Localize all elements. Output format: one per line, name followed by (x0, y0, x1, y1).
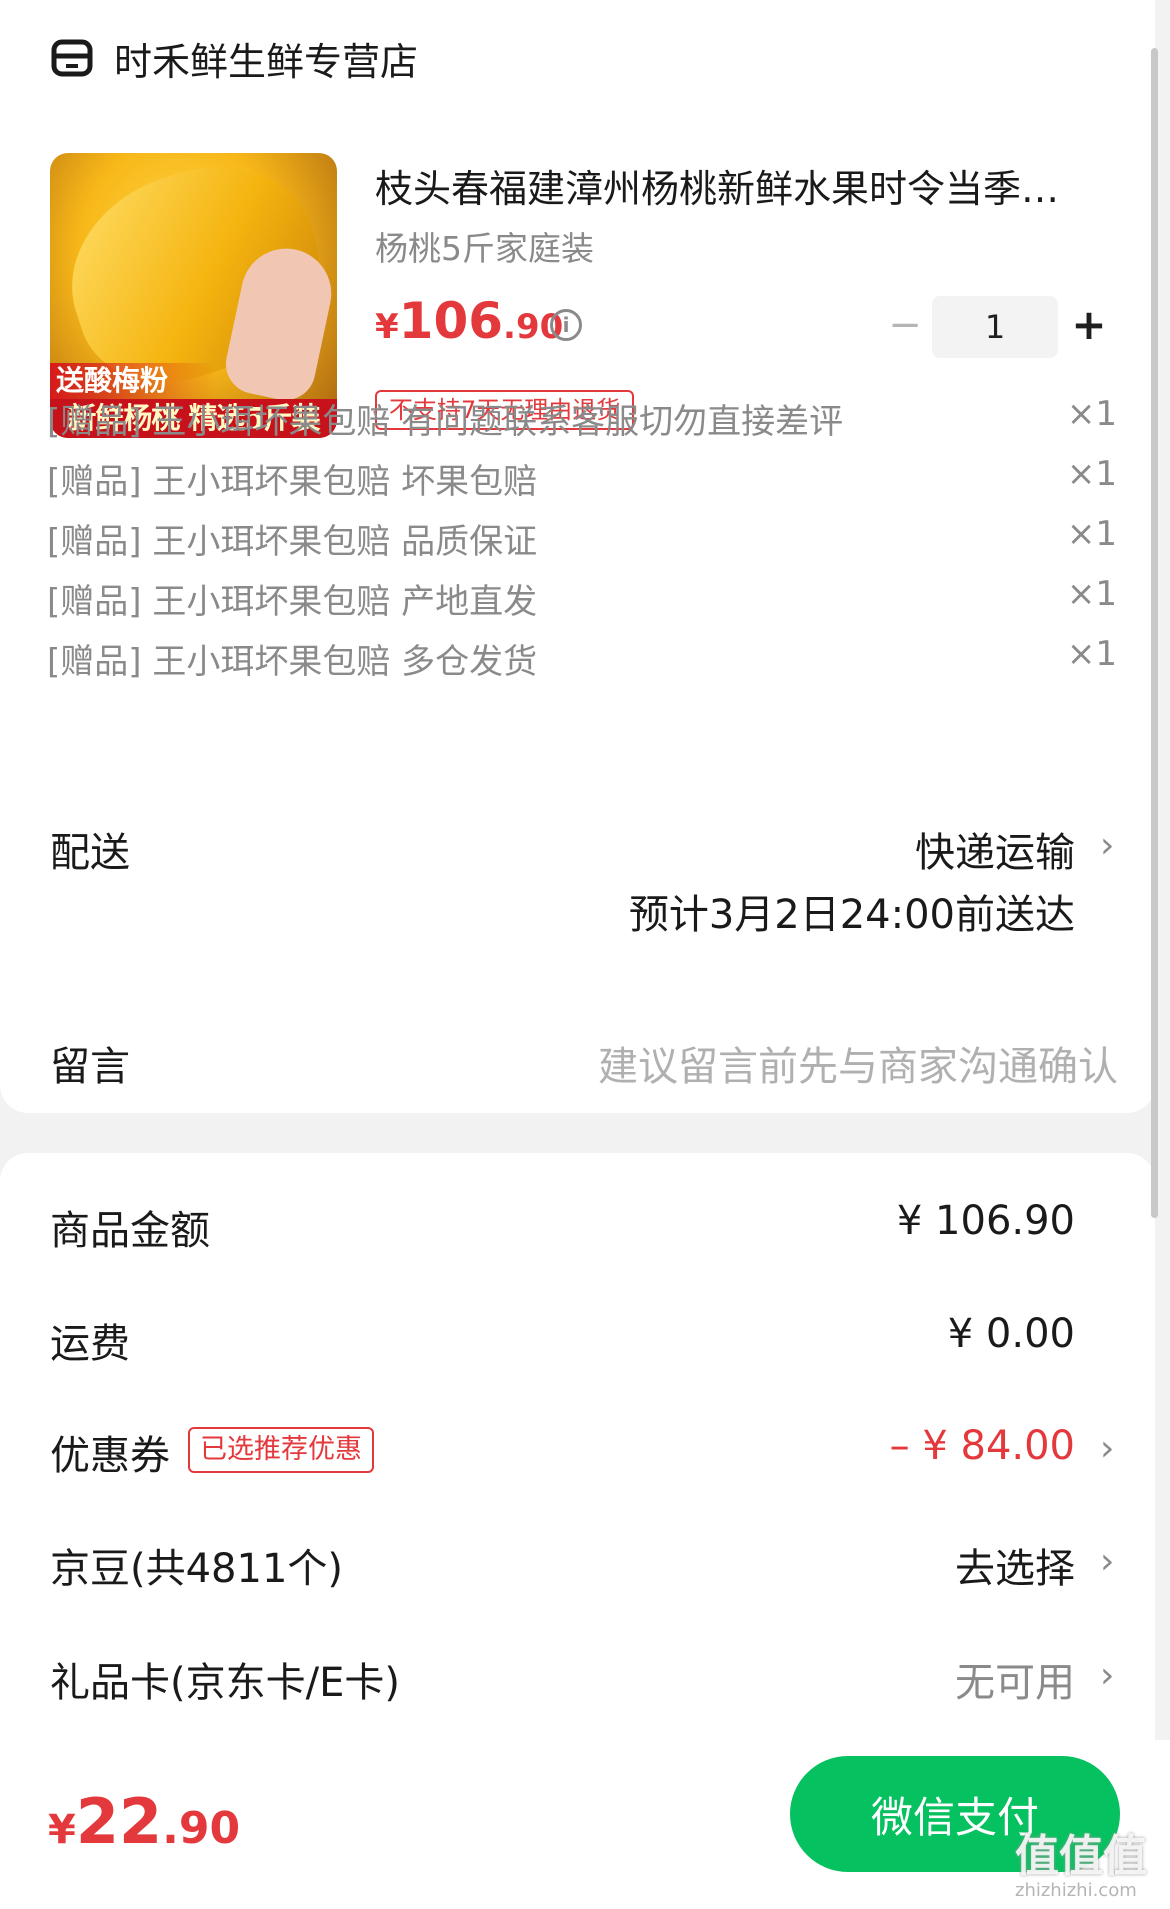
shipping-label: 运费 (50, 1321, 130, 1367)
store-icon (51, 39, 93, 77)
gift-item: [赠品] 王小珥坏果包赔 坏果包赔 ×1 (47, 454, 1117, 504)
coupon-label: 优惠券 (50, 1433, 170, 1479)
total-integer: 22 (75, 1785, 163, 1858)
chevron-right-icon[interactable]: › (1100, 826, 1116, 866)
product-price: ¥106.90 (375, 292, 563, 350)
total-price: ¥22.90 (48, 1785, 240, 1858)
note-label: 留言 (50, 1044, 130, 1090)
info-icon[interactable]: i (550, 309, 582, 341)
shipping-value: ¥ 0.00 (947, 1311, 1075, 1357)
chevron-right-icon[interactable]: › (1100, 1656, 1116, 1696)
gift-text: [赠品] 王小珥坏果包赔 产地直发 (47, 582, 538, 622)
chevron-right-icon[interactable]: › (1100, 1429, 1116, 1469)
coupon-value[interactable]: – ¥ 84.00 (890, 1423, 1075, 1469)
goods-amount-label: 商品金额 (50, 1208, 210, 1254)
watermark-logo: 值值值 (1015, 1831, 1147, 1882)
gift-item: [赠品] 王小珥坏果包赔 有问题联系客服切勿直接差评 ×1 (47, 394, 1117, 444)
gift-quantity: ×1 (1066, 514, 1117, 554)
gift-text: [赠品] 王小珥坏果包赔 多仓发货 (47, 642, 538, 682)
coupon-badge: 已选推荐优惠 (188, 1427, 374, 1473)
gift-text: [赠品] 王小珥坏果包赔 有问题联系客服切勿直接差评 (47, 402, 844, 442)
quantity-increase-button[interactable]: + (1069, 300, 1109, 350)
gift-quantity: ×1 (1066, 634, 1117, 674)
delivery-eta: 预计3月2日24:00前送达 (628, 892, 1075, 938)
note-input[interactable]: 建议留言前先与商家沟通确认 (598, 1034, 1118, 1092)
delivery-method[interactable]: 快递运输 (915, 820, 1075, 878)
price-currency: ¥ (375, 307, 399, 347)
quantity-decrease-button[interactable]: − (885, 300, 925, 350)
store-name: 时禾鲜生鲜专营店 (114, 39, 419, 84)
store-header[interactable]: 时禾鲜生鲜专营店 (50, 30, 418, 86)
price-integer: 106 (398, 292, 504, 350)
jd-beans-label: 京豆(共4811个) (50, 1546, 344, 1592)
gift-text: [赠品] 王小珥坏果包赔 坏果包赔 (47, 462, 538, 502)
quantity-input[interactable]: 1 (932, 296, 1058, 358)
watermark-url: zhizhizhi.com (1015, 1880, 1137, 1901)
chevron-right-icon[interactable]: › (1100, 1542, 1116, 1582)
gift-item: [赠品] 王小珥坏果包赔 品质保证 ×1 (47, 514, 1117, 564)
gift-item: [赠品] 王小珥坏果包赔 多仓发货 ×1 (47, 634, 1117, 684)
gift-quantity: ×1 (1066, 574, 1117, 614)
product-title[interactable]: 枝头春福建漳州杨桃新鲜水果时令当季整箱 (375, 158, 1090, 213)
gift-text: [赠品] 王小珥坏果包赔 品质保证 (47, 522, 538, 562)
total-currency: ¥ (48, 1807, 76, 1853)
scrollbar[interactable] (1151, 48, 1158, 1218)
gift-card-value[interactable]: 无可用 (955, 1650, 1075, 1708)
delivery-label: 配送 (50, 830, 130, 876)
gift-quantity: ×1 (1066, 394, 1117, 434)
gift-quantity: ×1 (1066, 454, 1117, 494)
goods-amount-value: ¥ 106.90 (896, 1198, 1075, 1244)
jd-beans-value[interactable]: 去选择 (955, 1536, 1075, 1594)
gift-item: [赠品] 王小珥坏果包赔 产地直发 ×1 (47, 574, 1117, 624)
product-spec[interactable]: 杨桃5斤家庭装 (375, 222, 594, 270)
gift-card-label: 礼品卡(京东卡/E卡) (50, 1660, 400, 1706)
total-decimal: .90 (162, 1803, 241, 1854)
